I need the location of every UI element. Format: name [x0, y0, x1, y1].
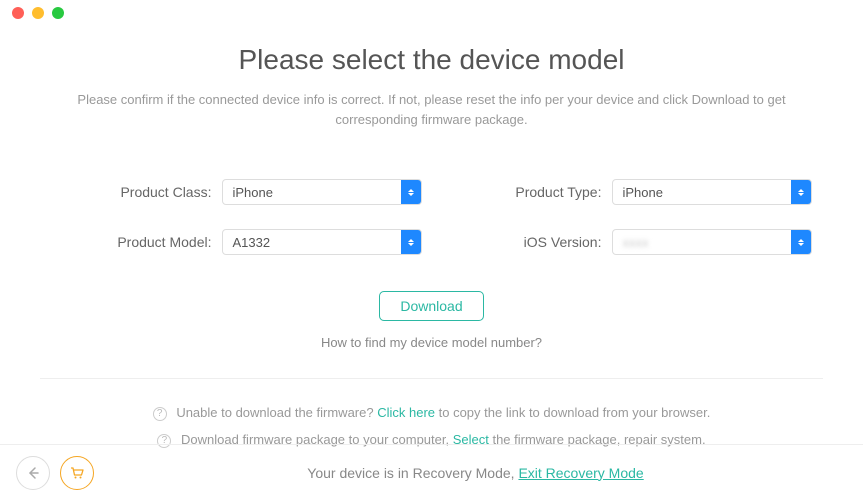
product-type-label: Product Type:	[422, 184, 612, 200]
back-button[interactable]	[16, 456, 50, 490]
footer-bar: Your device is in Recovery Mode, Exit Re…	[0, 444, 863, 500]
page-title: Please select the device model	[40, 44, 823, 76]
exit-recovery-link[interactable]: Exit Recovery Mode	[518, 465, 643, 481]
ios-version-value: xxxx	[623, 235, 649, 250]
window-maximize-button[interactable]	[52, 7, 64, 19]
cart-icon	[69, 465, 85, 481]
product-model-label: Product Model:	[52, 234, 222, 250]
question-icon: ?	[153, 407, 167, 421]
arrow-left-icon	[25, 465, 41, 481]
click-here-link[interactable]: Click here	[377, 405, 435, 420]
product-type-select[interactable]: iPhone	[612, 179, 812, 205]
device-form: Product Class: iPhone Product Type: iPho…	[40, 179, 823, 255]
main-content: Please select the device model Please co…	[0, 26, 863, 454]
page-subtitle: Please confirm if the connected device i…	[72, 90, 792, 129]
product-model-value: A1332	[233, 235, 271, 250]
product-class-select[interactable]: iPhone	[222, 179, 422, 205]
chevron-updown-icon	[401, 230, 421, 254]
chevron-updown-icon	[791, 230, 811, 254]
divider	[40, 378, 823, 379]
ios-version-select[interactable]: xxxx	[612, 229, 812, 255]
product-model-select[interactable]: A1332	[222, 229, 422, 255]
help-link[interactable]: How to find my device model number?	[40, 335, 823, 350]
window-minimize-button[interactable]	[32, 7, 44, 19]
chevron-updown-icon	[401, 180, 421, 204]
footer-status: Your device is in Recovery Mode, Exit Re…	[104, 465, 847, 481]
ios-version-label: iOS Version:	[422, 234, 612, 250]
tip-line-1: ? Unable to download the firmware? Click…	[40, 399, 823, 426]
product-type-value: iPhone	[623, 185, 663, 200]
product-class-label: Product Class:	[52, 184, 222, 200]
window-close-button[interactable]	[12, 7, 24, 19]
chevron-updown-icon	[791, 180, 811, 204]
product-class-value: iPhone	[233, 185, 273, 200]
window-titlebar	[0, 0, 863, 26]
download-button[interactable]: Download	[379, 291, 483, 321]
cart-button[interactable]	[60, 456, 94, 490]
